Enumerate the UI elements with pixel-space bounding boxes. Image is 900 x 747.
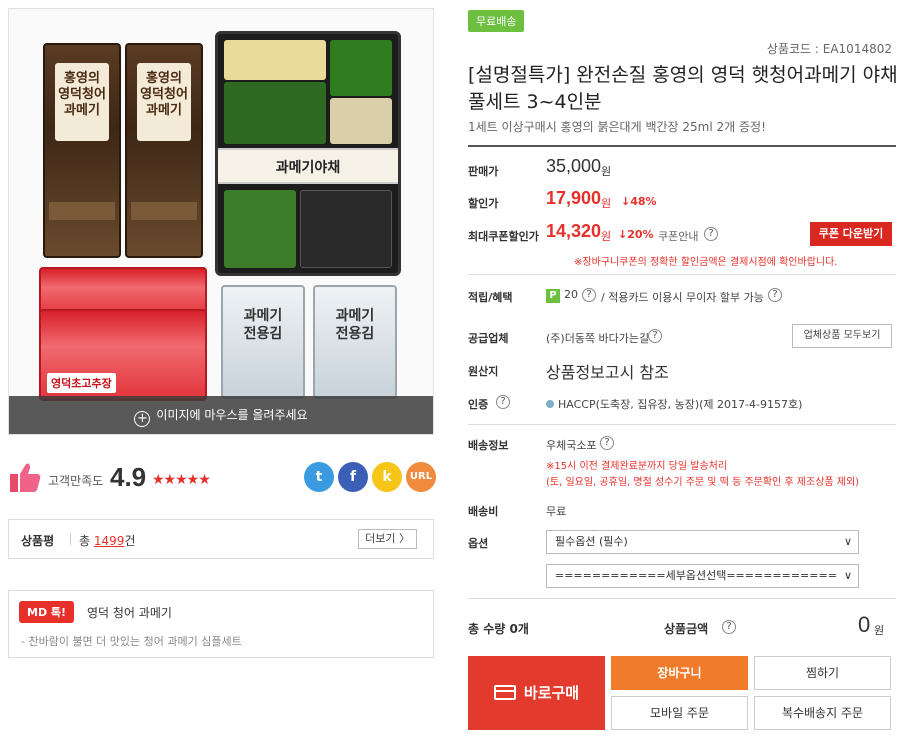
- options-label: 옵션: [468, 537, 489, 550]
- coupon-price-label: 최대쿠폰할인가: [468, 230, 539, 243]
- package-label: 홍영의 영덕청어 과메기: [137, 63, 191, 141]
- sub-option-select[interactable]: ============세부옵션선택============ ∨: [546, 564, 859, 588]
- benefits-label: 적립/혜택: [468, 291, 513, 304]
- cart-button[interactable]: 장바구니: [611, 656, 748, 690]
- package-gwamegi-1: 홍영의 영덕청어 과메기: [43, 43, 121, 258]
- wishlist-button[interactable]: 찜하기: [754, 656, 891, 690]
- coupon-note: ※장바구니쿠폰의 정확한 할인금액은 결제시점에 확인바랍니다.: [574, 257, 838, 268]
- shipping-fee-label: 배송비: [468, 505, 499, 518]
- coupon-info-label: 쿠폰안내: [658, 230, 699, 243]
- rating-score: 4.9: [110, 462, 147, 492]
- package-vegetable-tray: 과메기야채: [215, 31, 401, 276]
- review-more-button[interactable]: 더보기 〉: [358, 529, 417, 549]
- supplier-label: 공급업체: [468, 332, 509, 345]
- product-code: 상품코드 : EA1014802: [766, 42, 892, 56]
- help-icon[interactable]: ?: [600, 436, 614, 450]
- help-icon[interactable]: ?: [582, 288, 596, 302]
- shipping-label: 배송정보: [468, 439, 509, 452]
- rating-stars: ★★★★★: [152, 472, 211, 488]
- review-count: 총 1499건: [79, 534, 136, 548]
- review-title: 상품평: [21, 534, 55, 548]
- sauce-label: 영덕초고추장: [47, 373, 116, 393]
- help-icon[interactable]: ?: [768, 288, 782, 302]
- url-share-icon[interactable]: URL: [406, 462, 436, 492]
- origin-value: 상품정보고시 참조: [546, 363, 669, 382]
- package-label: 홍영의 영덕청어 과메기: [55, 63, 109, 141]
- package-chogochujang-2: 영덕초고추장: [39, 309, 207, 401]
- won-unit: 원: [601, 165, 612, 178]
- facebook-share-icon[interactable]: f: [338, 462, 368, 492]
- coupon-percent: ↓20%: [618, 228, 654, 241]
- card-icon: [493, 685, 516, 700]
- won-unit: 원: [601, 230, 612, 243]
- shipping-note-2: (토, 일요일, 공휴일, 명절 성수기 주문 및 떡 등 주문확인 후 제조상…: [546, 477, 860, 488]
- coupon-price: 14,320: [546, 221, 602, 241]
- required-option-select[interactable]: 필수옵션 (필수) ∨: [546, 530, 859, 554]
- tray-label: 과메기야채: [218, 148, 398, 184]
- discount-price: 17,900: [546, 188, 602, 208]
- sale-price-label: 판매가: [468, 165, 499, 178]
- multi-address-order-button[interactable]: 복수배송지 주문: [754, 696, 891, 730]
- total-quantity: 총 수량 0개: [468, 622, 529, 636]
- shipping-note-1: ※15시 이전 결제완료분까지 당일 발송처리: [546, 461, 728, 472]
- package-kim-1: 과메기 전용김: [221, 285, 305, 399]
- shipping-fee-value: 무료: [546, 505, 567, 518]
- won-unit: 원: [874, 624, 885, 637]
- amount-label: 상품금액: [664, 622, 709, 636]
- help-icon[interactable]: ?: [722, 620, 736, 634]
- benefits-card-text: / 적용카드 이용시 무이자 할부 가능: [601, 291, 764, 304]
- total-amount: 0: [858, 612, 871, 637]
- plus-circle-icon: +: [134, 411, 151, 427]
- kim-label: 과메기 전용김: [335, 308, 375, 342]
- product-subtitle: 1세트 이상구매시 홍영의 붉은대게 백간장 25ml 2개 증정!: [468, 120, 766, 134]
- benefits-points: P 20: [546, 288, 578, 303]
- kakao-share-icon[interactable]: k: [372, 462, 402, 492]
- package-kim-2: 과메기 전용김: [313, 285, 397, 399]
- md-title: 영덕 청어 과메기: [87, 606, 172, 620]
- chevron-down-icon: ∨: [843, 535, 852, 548]
- all-seller-products-button[interactable]: 업체상품 모두보기: [792, 324, 892, 348]
- discount-price-label: 할인가: [468, 197, 499, 210]
- image-hover-hint[interactable]: + 이미지에 마우스를 올려주세요: [9, 396, 433, 434]
- sale-price: 35,000: [546, 156, 602, 176]
- supplier-name: (주)더동쪽 바다가는길: [546, 332, 650, 345]
- md-talk: MD 톡! 영덕 청어 과메기 - 찬바람이 불면 더 맛있는 청어 과메기 심…: [8, 590, 434, 658]
- thumbs-up-icon: [10, 463, 41, 492]
- help-icon[interactable]: ?: [496, 395, 510, 409]
- certification-label: 인증: [468, 398, 489, 411]
- rating-row: 고객만족도 4.9 ★★★★★ t f k URL: [8, 458, 436, 498]
- package-gwamegi-2: 홍영의 영덕청어 과메기: [125, 43, 203, 258]
- won-unit: 원: [601, 197, 612, 210]
- help-icon[interactable]: ?: [648, 329, 662, 343]
- twitter-share-icon[interactable]: t: [304, 462, 334, 492]
- coupon-download-button[interactable]: 쿠폰 다운받기: [810, 222, 892, 246]
- origin-label: 원산지: [468, 365, 499, 378]
- review-count-link[interactable]: 1499: [94, 534, 125, 548]
- buy-now-button[interactable]: 바로구매: [468, 656, 605, 730]
- md-desc: - 찬바람이 불면 더 맛있는 청어 과메기 심플세트: [21, 635, 242, 648]
- chevron-down-icon: ∨: [843, 569, 852, 582]
- discount-percent: ↓48%: [621, 195, 657, 208]
- review-summary: 상품평 총 1499건 더보기 〉: [8, 519, 434, 559]
- kim-label: 과메기 전용김: [243, 308, 283, 342]
- point-icon: P: [546, 289, 560, 303]
- haccp-icon: [546, 400, 554, 408]
- mobile-order-button[interactable]: 모바일 주문: [611, 696, 748, 730]
- certification-value: HACCP(도축장, 집유장, 농장)(제 2017-4-9157호): [546, 396, 802, 412]
- product-image[interactable]: 홍영의 영덕청어 과메기 홍영의 영덕청어 과메기 과메기야채 영덕초고추장 과…: [8, 8, 434, 435]
- free-shipping-badge: 무료배송: [468, 10, 525, 32]
- rating-label: 고객만족도: [48, 474, 104, 488]
- product-title: [설명절특가] 완전손질 홍영의 영덕 햇청어과메기 야채풀세트 3~4인분: [468, 64, 898, 113]
- help-icon[interactable]: ?: [704, 227, 718, 241]
- md-badge: MD 톡!: [19, 601, 75, 623]
- shipping-method: 우체국소포: [546, 439, 597, 452]
